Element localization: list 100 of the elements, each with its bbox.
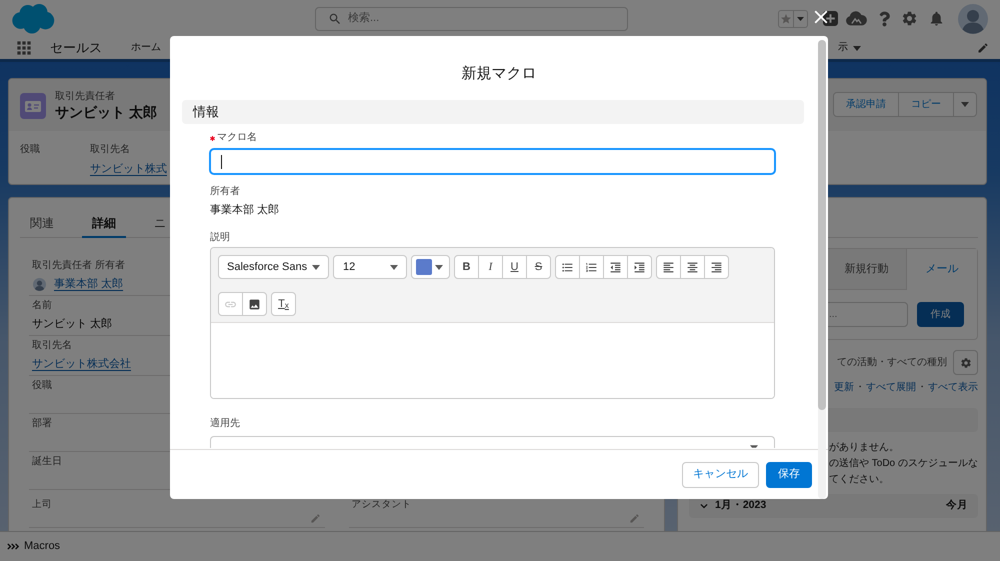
add-icon[interactable]: [823, 11, 838, 26]
record-name: サンビット 太郎: [55, 103, 157, 121]
rich-text-editor[interactable]: Salesforce Sans 12 B I U S T$_{x}$: [210, 247, 775, 399]
underline-button[interactable]: U: [502, 255, 527, 279]
bold-button[interactable]: B: [454, 255, 479, 279]
indent-icon: [633, 260, 646, 274]
field-label: 部署: [32, 417, 52, 431]
field-label: マクロ名: [217, 131, 257, 145]
select-field[interactable]: [210, 436, 775, 448]
field-label: 名前: [32, 299, 52, 313]
avatar-icon: [958, 4, 988, 34]
primary-button[interactable]: 保存: [766, 462, 812, 488]
secondary-button[interactable]: キャンセル: [682, 462, 759, 488]
object-type-label: 取引先責任者: [55, 90, 115, 103]
search-field[interactable]: 検索...: [315, 6, 628, 30]
star-icon: [780, 12, 792, 24]
month-label: 1月・2023: [715, 498, 766, 514]
align-left-icon: [662, 260, 675, 274]
numbered-list-button[interactable]: [579, 255, 604, 279]
scrollbar[interactable]: [818, 40, 826, 499]
tab[interactable]: 詳細: [82, 209, 126, 238]
text-color-button[interactable]: [411, 255, 450, 279]
activity-link[interactable]: すべて表示: [928, 381, 978, 395]
nav-item[interactable]: ホーム: [131, 41, 161, 55]
contact-card-icon: [20, 92, 46, 118]
text-cursor-icon: [221, 154, 222, 168]
empty-state-message: がありません。 の送信や ToDo のスケジュールな てください。: [829, 441, 978, 487]
record-link[interactable]: サンビット株式会社: [32, 356, 131, 372]
align-right-icon: [710, 260, 723, 274]
image-icon: [248, 298, 261, 310]
bell-icon[interactable]: [928, 10, 945, 27]
field-label: 役職: [20, 143, 40, 157]
filter-settings-button[interactable]: [953, 350, 978, 375]
favorite-button[interactable]: [778, 10, 794, 28]
composer-tab[interactable]: 新規行動: [827, 249, 907, 290]
indent-button[interactable]: [627, 255, 652, 279]
help-icon[interactable]: [879, 10, 890, 26]
align-right-button[interactable]: [704, 255, 729, 279]
settings-icon: [960, 356, 972, 368]
avatar-icon: [33, 278, 46, 290]
image-button[interactable]: [242, 292, 267, 316]
field-label: 取引先名: [32, 339, 72, 353]
field-label: アシスタント: [352, 500, 412, 510]
utility-item[interactable]: Macros: [7, 538, 60, 555]
strikethrough-button[interactable]: S: [526, 255, 551, 279]
search-icon: [328, 12, 342, 26]
more-actions-button[interactable]: [953, 92, 977, 117]
outdent-button[interactable]: [603, 255, 628, 279]
caret-icon: [390, 264, 398, 270]
current-month-label: 今月: [946, 498, 968, 514]
scrollbar-thumb[interactable]: [818, 40, 826, 410]
field-label: 上司: [32, 500, 52, 510]
bulleted-list-button[interactable]: [555, 255, 580, 279]
tab[interactable]: 関連: [20, 209, 64, 238]
field-label: 説明: [210, 231, 230, 245]
field-value: サンビット 太郎: [32, 316, 112, 332]
caret-icon: [797, 16, 804, 20]
field-label: 取引先名: [90, 143, 130, 157]
modal-title: 新規マクロ: [462, 64, 536, 84]
tab[interactable]: ニ: [144, 209, 176, 238]
separator: ・: [855, 381, 865, 395]
bulleted-list-icon: [561, 260, 574, 274]
numbered-list-icon: [585, 260, 598, 274]
pencil-icon[interactable]: [977, 42, 989, 54]
nav-item[interactable]: 示: [838, 41, 861, 55]
field-label: 役職: [32, 379, 52, 393]
field-label: 所有者: [210, 185, 240, 199]
field-label: 適用先: [210, 417, 240, 431]
outdent-icon: [609, 260, 622, 274]
font-size-select[interactable]: 12: [333, 255, 407, 279]
account-link[interactable]: サンビット株式: [90, 161, 167, 177]
app-name: セールス: [50, 39, 102, 57]
caret-icon: [750, 445, 758, 448]
separator: ・: [917, 381, 927, 395]
compose-button[interactable]: 作成: [917, 302, 964, 327]
activity-link[interactable]: 更新: [834, 381, 854, 395]
italic-button[interactable]: I: [478, 255, 503, 279]
activity-link[interactable]: すべて展開: [866, 381, 916, 395]
font-family-select[interactable]: Salesforce Sans: [218, 255, 329, 279]
align-center-button[interactable]: [680, 255, 705, 279]
action-button[interactable]: コピー: [898, 92, 954, 117]
section-header: 情報: [182, 100, 804, 124]
user-link[interactable]: 事業本部 太郎: [54, 276, 124, 292]
pencil-icon[interactable]: [310, 513, 320, 524]
settings-icon[interactable]: [901, 10, 918, 27]
favorites-menu-button[interactable]: [793, 10, 808, 28]
filter-summary: ての活動・すべての種別: [837, 356, 947, 370]
field-value: 事業本部 太郎: [210, 202, 280, 218]
cloud-mountain-icon[interactable]: [845, 10, 867, 27]
caret-icon: [961, 102, 969, 107]
action-button[interactable]: 承認申請: [833, 92, 899, 117]
align-left-button[interactable]: [656, 255, 681, 279]
clear-formatting-button[interactable]: T$_{x}$: [271, 292, 296, 316]
caret-icon: [435, 264, 443, 270]
triple-chevron-icon: [7, 543, 19, 550]
caret-icon: [312, 264, 320, 270]
text-input[interactable]: [210, 149, 775, 174]
cloud-logo[interactable]: [12, 4, 55, 34]
pencil-icon[interactable]: [629, 513, 640, 524]
field-label: 誕生日: [32, 455, 62, 469]
